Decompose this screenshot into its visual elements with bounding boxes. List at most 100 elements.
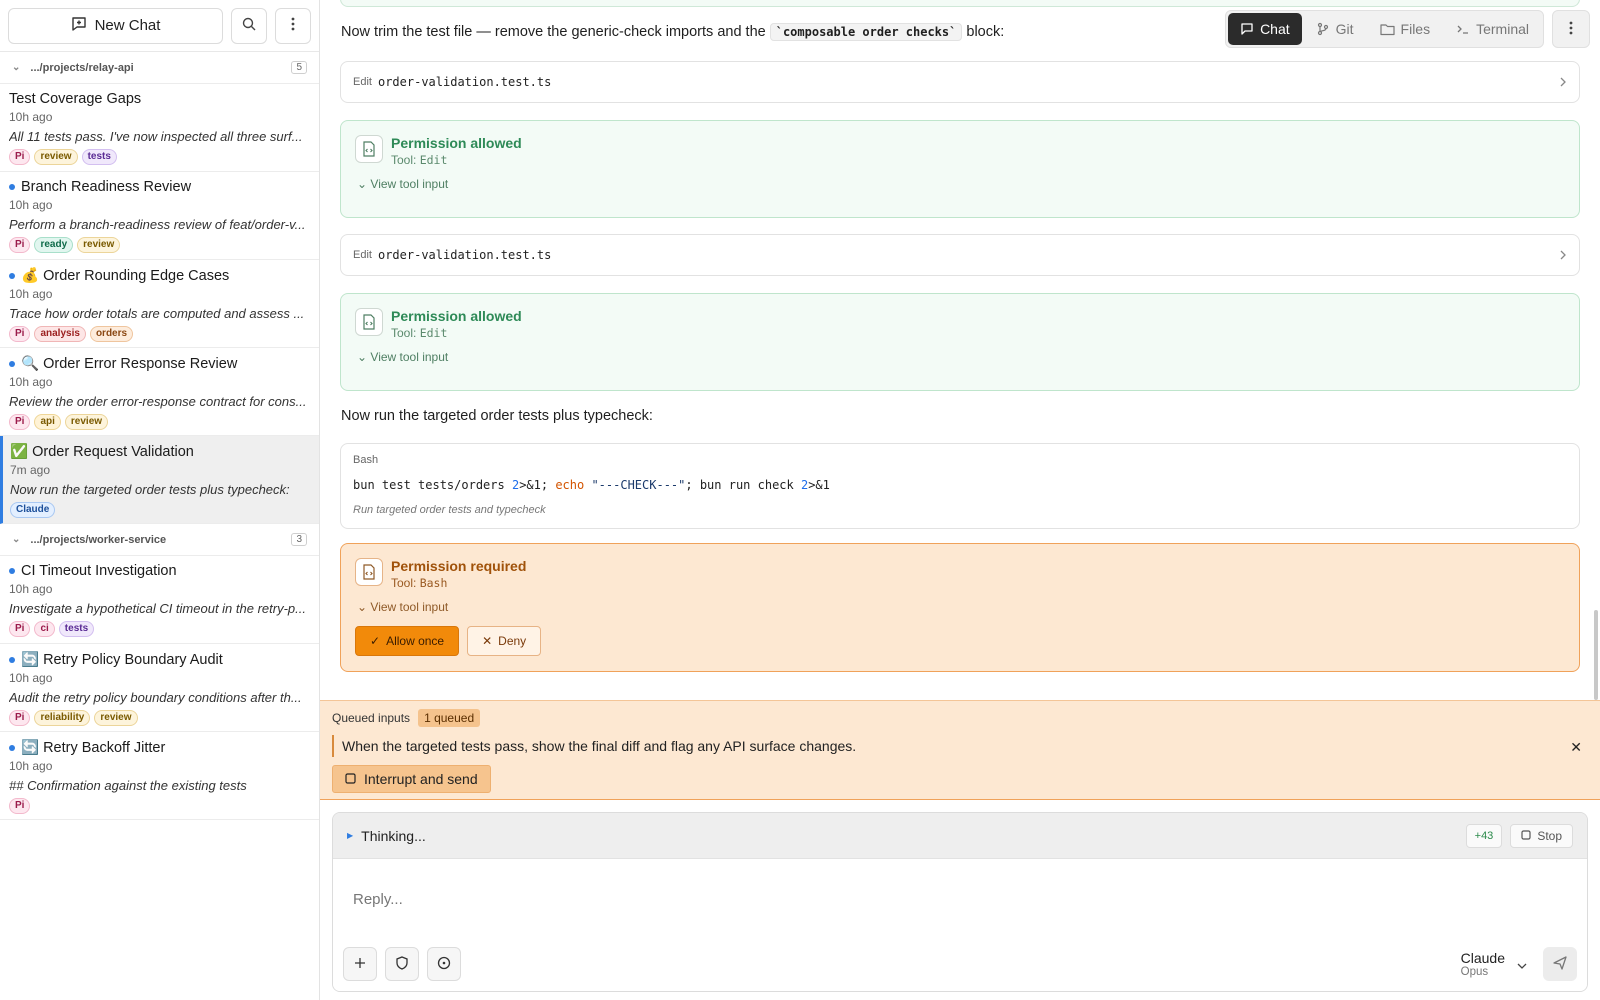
- edit-tool-card[interactable]: Edit order-validation.test.ts: [340, 234, 1580, 276]
- file-code-icon: [355, 308, 383, 336]
- chat-list-item[interactable]: Branch Readiness Review 10h ago Perform …: [0, 172, 319, 260]
- chat-list-item[interactable]: 🔄 Retry Policy Boundary Audit 10h ago Au…: [0, 644, 319, 732]
- stop-square-icon: [1521, 829, 1531, 843]
- chat-time: 10h ago: [9, 110, 53, 124]
- model-name: Claude: [1460, 950, 1505, 966]
- chat-time: 10h ago: [9, 582, 53, 596]
- queued-item: When the targeted tests pass, show the f…: [332, 735, 1588, 757]
- chat-list-item[interactable]: 🔄 Retry Backoff Jitter 10h ago ## Confir…: [0, 732, 319, 820]
- chat-list: ⌄ .../projects/relay-api 5 Test Coverage Ga…: [0, 52, 319, 820]
- permission-allowed-card: Permission allowed Tool: Edit ⌄ View too…: [340, 293, 1580, 391]
- tab-terminal[interactable]: Terminal: [1444, 13, 1541, 45]
- chat-time: 10h ago: [9, 287, 53, 301]
- chat-list-item[interactable]: CI Timeout Investigation 10h ago Investi…: [0, 556, 319, 644]
- stop-label: Stop: [1537, 828, 1562, 843]
- chat-preview: Review the order error-response contract…: [9, 394, 307, 409]
- chat-list-item[interactable]: 🔍 Order Error Response Review 10h ago Re…: [0, 348, 319, 436]
- bash-tool-card[interactable]: Bash bun test tests/orders 2>&1; echo "-…: [340, 443, 1580, 529]
- close-icon[interactable]: ✕: [1570, 739, 1582, 756]
- tag-badge: Pi: [9, 621, 31, 637]
- deny-label: Deny: [498, 634, 527, 648]
- chat-title: 🔍 Order Error Response Review: [21, 356, 238, 372]
- file-name: order-validation.test.ts: [377, 75, 552, 89]
- tab-label: Chat: [1260, 21, 1290, 37]
- model-selector[interactable]: Claude Opus: [1461, 950, 1527, 978]
- tool-label: Bash: [353, 454, 379, 466]
- view-tool-input-label: View tool input: [370, 177, 449, 191]
- deny-button[interactable]: ✕ Deny: [467, 626, 542, 656]
- chat-title: ✅ Order Request Validation: [10, 444, 194, 460]
- tool-prefix: Tool:: [391, 153, 417, 167]
- tab-chat[interactable]: Chat: [1228, 13, 1302, 45]
- assistant-message: Now run the targeted order tests plus ty…: [341, 408, 653, 424]
- chat-tags: Pi ci tests: [9, 621, 309, 637]
- permission-required-card: Permission required Tool: Bash ⌄ View to…: [340, 543, 1580, 672]
- tab-files[interactable]: Files: [1368, 13, 1443, 45]
- view-tool-input-toggle[interactable]: ⌄ View tool input: [357, 600, 1565, 614]
- permission-title: Permission required: [391, 558, 527, 574]
- tag-badge: ready: [34, 237, 74, 253]
- permissions-button[interactable]: [385, 947, 419, 981]
- project-group-header[interactable]: ⌄ .../projects/relay-api 5: [0, 52, 319, 84]
- chat-list-item[interactable]: ✅ Order Request Validation 7m ago Now ru…: [0, 436, 319, 524]
- chevron-right-icon: [1559, 74, 1567, 90]
- chat-list-item[interactable]: Test Coverage Gaps 10h ago All 11 tests …: [0, 84, 319, 172]
- main-more-button[interactable]: [1552, 10, 1590, 48]
- chat-tags: Pi reliability review: [9, 710, 309, 726]
- allow-once-label: Allow once: [386, 634, 445, 648]
- plus-icon: [354, 956, 366, 972]
- chevron-right-icon: [1559, 247, 1567, 263]
- file-code-icon: [355, 135, 383, 163]
- permission-title: Permission allowed: [391, 135, 522, 151]
- project-count-badge: 5: [291, 61, 307, 74]
- view-tool-input-label: View tool input: [370, 600, 449, 614]
- chat-time: 10h ago: [9, 759, 53, 773]
- chat-preview: ## Confirmation against the existing tes…: [9, 778, 247, 793]
- edit-tool-card[interactable]: Edit order-validation.test.ts: [340, 61, 1580, 103]
- tag-badge: Pi: [9, 710, 31, 726]
- stop-button[interactable]: Stop: [1510, 823, 1573, 848]
- reply-input[interactable]: [333, 859, 1587, 939]
- new-chat-label: New Chat: [94, 17, 161, 34]
- chat-time: 10h ago: [9, 375, 53, 389]
- check-icon: ✓: [370, 634, 381, 648]
- bash-command: bun test tests/orders 2>&1; echo "---CHE…: [353, 478, 1567, 492]
- interrupt-and-send-button[interactable]: Interrupt and send: [332, 765, 491, 793]
- chat-tags: Pi review tests: [9, 149, 309, 165]
- git-icon: [1316, 22, 1330, 36]
- sidebar-more-button[interactable]: [275, 7, 311, 44]
- cmd-part: "---CHECK---": [591, 478, 686, 492]
- token-delta-badge: +43: [1465, 823, 1503, 848]
- chat-title: 🔄 Retry Backoff Jitter: [21, 740, 166, 756]
- tag-badge: review: [77, 237, 121, 253]
- send-button[interactable]: [1543, 947, 1577, 981]
- chevron-down-icon: ⌄: [357, 600, 368, 614]
- queued-inputs-label: Queued inputs: [332, 711, 411, 725]
- composer-area: ▶ Thinking... +43 Stop Claude: [320, 800, 1600, 1000]
- chat-time: 10h ago: [9, 671, 53, 685]
- inline-code: `composable order checks`: [769, 23, 963, 41]
- chat-title: Branch Readiness Review: [21, 179, 192, 195]
- scrollbar[interactable]: [1594, 610, 1598, 700]
- tag-badge: Pi: [9, 237, 31, 253]
- conversation: Chat Git Files Terminal Now trim the test f…: [320, 0, 1600, 700]
- status-button[interactable]: [427, 947, 461, 981]
- tab-label: Terminal: [1476, 21, 1529, 37]
- allow-once-button[interactable]: ✓ Allow once: [355, 626, 460, 656]
- terminal-icon: [1456, 23, 1470, 35]
- search-button[interactable]: [231, 7, 267, 44]
- message-text: Now trim the test file — remove the gene…: [341, 24, 766, 40]
- attach-button[interactable]: [343, 947, 377, 981]
- thinking-bar[interactable]: ▶ Thinking... +43 Stop: [333, 813, 1587, 859]
- view-tool-input-toggle[interactable]: ⌄ View tool input: [357, 350, 1565, 364]
- new-chat-button[interactable]: New Chat: [8, 7, 223, 44]
- tab-git[interactable]: Git: [1304, 13, 1366, 45]
- composer: ▶ Thinking... +43 Stop Claude: [332, 812, 1588, 992]
- file-name: order-validation.test.ts: [377, 248, 552, 262]
- tag-badge: ci: [34, 621, 55, 637]
- view-tool-input-toggle[interactable]: ⌄ View tool input: [357, 177, 1565, 191]
- chat-list-item[interactable]: 💰 Order Rounding Edge Cases 10h ago Trac…: [0, 260, 319, 348]
- project-group-header[interactable]: ⌄ .../projects/worker-service 3: [0, 524, 319, 556]
- tag-badge: Pi: [9, 326, 31, 342]
- tab-label: Git: [1335, 21, 1354, 37]
